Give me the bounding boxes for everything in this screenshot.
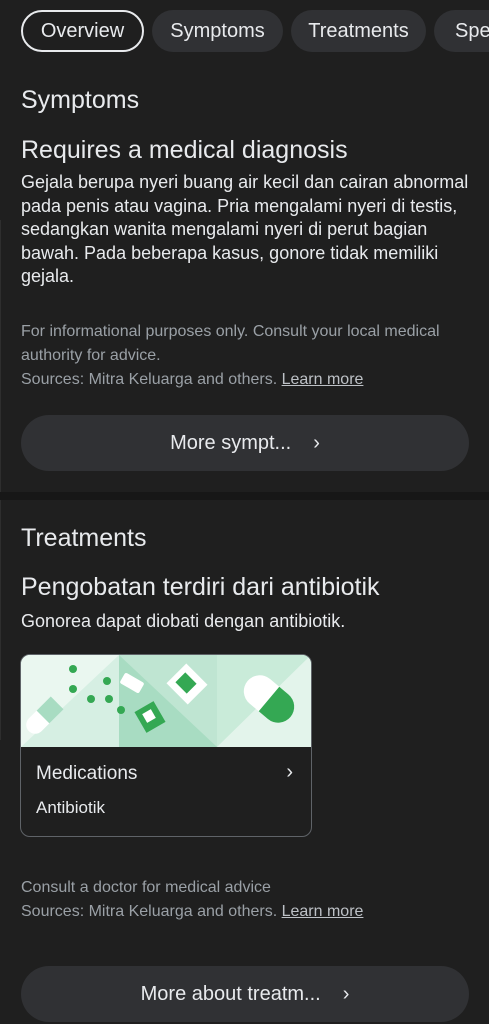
chevron-right-icon: › <box>286 761 293 783</box>
treatments-section-title: Treatments <box>21 524 147 552</box>
more-treatments-label: More about treatm... <box>140 983 321 1005</box>
treatments-disclaimer: Consult a doctor for medical advice Sour… <box>21 876 471 924</box>
medications-card-title: Medications <box>36 763 138 784</box>
treatments-description: Gonorea dapat diobati dengan antibiotik. <box>21 611 346 631</box>
pills-illustration-icon <box>21 655 311 747</box>
medications-card-subtitle: Antibiotik <box>36 798 105 817</box>
treatments-sources: Sources: Mitra Keluarga and others. Lear… <box>21 900 471 924</box>
treatments-disclaimer-text: Consult a doctor for medical advice <box>21 879 271 896</box>
treatments-headline: Pengobatan terdiri dari antibiotik <box>21 573 380 601</box>
medications-illustration <box>21 655 311 747</box>
more-treatments-button[interactable]: More about treatm... › <box>21 966 469 1022</box>
chevron-right-icon: › <box>342 983 350 1005</box>
treatments-sources-text: Sources: Mitra Keluarga and others. <box>21 903 278 920</box>
page: Overview Symptoms Treatments Spe Symptom… <box>0 0 489 1024</box>
medications-card[interactable]: Medications › Antibiotik <box>20 654 312 837</box>
treatments-learn-more-link[interactable]: Learn more <box>282 903 364 920</box>
treatments-section: Treatments Pengobatan terdiri dari antib… <box>0 0 489 1024</box>
